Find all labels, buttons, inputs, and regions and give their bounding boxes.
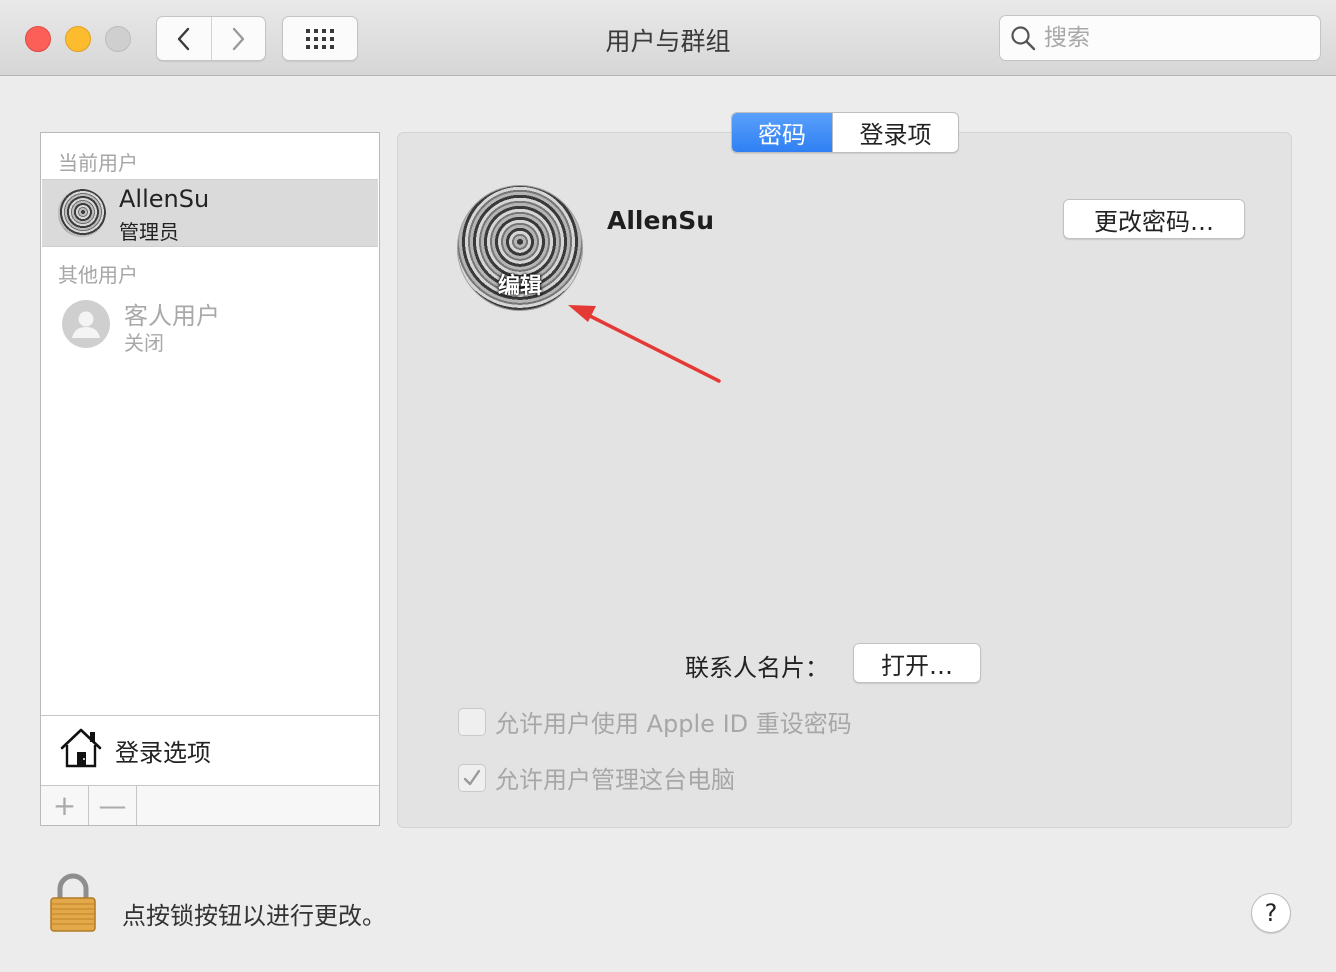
allow-admin-row[interactable]: 允许用户管理这台电脑	[458, 760, 735, 795]
allow-admin-checkbox[interactable]	[458, 763, 486, 792]
add-remove-bar: + —	[41, 785, 379, 825]
contact-card-label: 联系人名片：	[685, 654, 829, 682]
person-icon	[72, 311, 100, 338]
edit-picture-label: 编辑	[497, 274, 542, 299]
checkmark-icon	[463, 769, 481, 785]
lock-icon[interactable]	[48, 873, 98, 933]
allow-apple-id-reset-row[interactable]: 允许用户使用 Apple ID 重设密码	[458, 704, 852, 739]
allow-admin-label: 允许用户管理这台电脑	[495, 766, 735, 794]
profile-picture[interactable]: 编辑	[458, 186, 582, 310]
help-button[interactable]: ?	[1251, 893, 1291, 933]
open-contact-card-button[interactable]: 打开…	[853, 643, 981, 683]
search-icon	[1011, 26, 1036, 51]
title-bar: 用户与群组	[0, 0, 1336, 76]
user-name: AllenSu	[119, 185, 210, 213]
user-name: 客人用户	[124, 302, 220, 330]
remove-user-button[interactable]: —	[89, 786, 137, 825]
allow-apple-id-reset-label: 允许用户使用 Apple ID 重设密码	[495, 710, 852, 738]
profile-name: AllenSu	[607, 206, 715, 235]
login-options-label: 登录选项	[115, 739, 211, 767]
guest-avatar	[62, 300, 110, 348]
tab-password[interactable]: 密码	[732, 113, 832, 152]
tab-login-items[interactable]: 登录项	[832, 113, 958, 152]
login-options-button[interactable]: 登录选项	[41, 715, 379, 785]
user-list: 当前用户 AllenSu 管理员 其他用户 客人用户 关闭 登录选项 + —	[40, 132, 380, 826]
current-users-header: 当前用户	[58, 151, 138, 175]
search-input[interactable]	[1044, 25, 1304, 51]
change-password-button[interactable]: 更改密码…	[1063, 199, 1245, 239]
user-status: 关闭	[124, 331, 164, 355]
search-field[interactable]	[999, 15, 1321, 61]
avatar	[58, 189, 106, 237]
house-icon	[60, 728, 102, 768]
add-user-button[interactable]: +	[41, 786, 89, 825]
other-users-header: 其他用户	[58, 263, 138, 287]
user-row-allensu[interactable]: AllenSu 管理员	[42, 179, 378, 247]
lock-instruction-text: 点按锁按钮以进行更改。	[122, 902, 386, 930]
tab-bar: 密码 登录项	[731, 112, 959, 153]
user-row-guest[interactable]: 客人用户 关闭	[42, 291, 378, 359]
user-role: 管理员	[119, 220, 179, 244]
users-groups-window: 用户与群组 当前用户 AllenSu 管理员 其他用户 客人用户	[0, 0, 1336, 972]
allow-apple-id-reset-checkbox[interactable]	[458, 707, 486, 736]
